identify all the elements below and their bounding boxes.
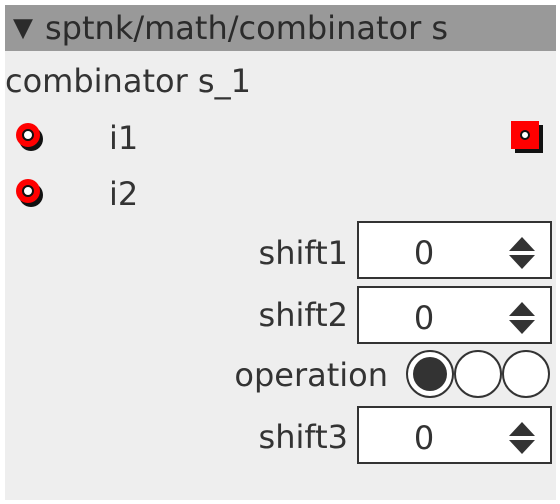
shift2-spinbox[interactable]: 0 xyxy=(357,286,552,344)
spin-down-icon[interactable] xyxy=(509,255,535,269)
shift1-label: shift1 xyxy=(258,234,348,272)
operation-label: operation xyxy=(234,356,388,394)
shift3-spinbox[interactable]: 0 xyxy=(357,406,552,464)
spin-up-icon[interactable] xyxy=(509,422,535,436)
operation-radio-group xyxy=(405,349,555,399)
shift3-value[interactable]: 0 xyxy=(359,408,489,462)
shift1-value[interactable]: 0 xyxy=(359,223,489,277)
output-port-icon[interactable] xyxy=(509,119,545,155)
operation-radio-option-1[interactable] xyxy=(405,349,455,399)
input-port-i2-icon[interactable] xyxy=(13,175,47,209)
spin-down-icon[interactable] xyxy=(509,440,535,454)
operation-radio-option-2[interactable] xyxy=(453,349,503,399)
operation-radio-option-3[interactable] xyxy=(501,349,551,399)
node-panel: ▼ sptnk/math/combinator s combinator s_1… xyxy=(5,5,556,500)
input-port-label-i2: i2 xyxy=(109,175,139,213)
shift1-spinbox[interactable]: 0 xyxy=(357,221,552,279)
collapse-triangle-icon[interactable]: ▼ xyxy=(13,5,33,51)
shift2-value[interactable]: 0 xyxy=(359,288,489,342)
spin-down-icon[interactable] xyxy=(509,320,535,334)
input-port-i1-icon[interactable] xyxy=(13,119,47,153)
input-port-label-i1: i1 xyxy=(109,119,139,157)
spin-up-icon[interactable] xyxy=(509,237,535,251)
shift2-label: shift2 xyxy=(258,296,348,334)
spin-up-icon[interactable] xyxy=(509,302,535,316)
node-title: sptnk/math/combinator s xyxy=(45,9,449,47)
instance-name: combinator s_1 xyxy=(5,62,251,100)
shift3-label: shift3 xyxy=(258,418,348,456)
node-title-bar[interactable]: ▼ sptnk/math/combinator s xyxy=(5,5,556,51)
